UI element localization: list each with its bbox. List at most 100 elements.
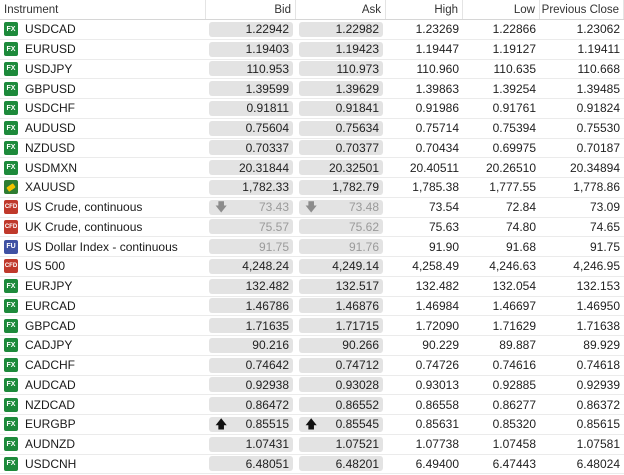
bid-price-button[interactable]: 1.46786: [209, 298, 293, 314]
bid-price-button[interactable]: 6.48051: [209, 456, 293, 472]
bid-cell[interactable]: 0.74642: [206, 357, 296, 373]
column-header-bid[interactable]: Bid: [206, 0, 296, 19]
bid-cell[interactable]: 0.70337: [206, 140, 296, 156]
bid-cell[interactable]: 0.75604: [206, 120, 296, 136]
bid-price-button[interactable]: 20.31844: [209, 160, 293, 176]
bid-price-button[interactable]: 0.86472: [209, 397, 293, 413]
bid-price-button[interactable]: 91.75: [209, 239, 293, 255]
bid-cell[interactable]: 1.22942: [206, 21, 296, 37]
table-row[interactable]: FX USDCHF 0.91811 0.91841 0.91986 0.9176…: [0, 99, 624, 119]
ask-price-button[interactable]: 0.70377: [299, 140, 383, 156]
ask-cell[interactable]: 75.62: [296, 219, 386, 235]
ask-price-button[interactable]: 132.517: [299, 278, 383, 294]
ask-price-button[interactable]: 1.71715: [299, 318, 383, 334]
ask-price-button[interactable]: 0.75634: [299, 120, 383, 136]
table-row[interactable]: FX AUDCAD 0.92938 0.93028 0.93013 0.9288…: [0, 376, 624, 396]
ask-price-button[interactable]: 1.46876: [299, 298, 383, 314]
ask-cell[interactable]: 🡇 73.48: [296, 199, 386, 215]
bid-price-button[interactable]: 1.07431: [209, 436, 293, 452]
bid-cell[interactable]: 🡇 73.43: [206, 199, 296, 215]
table-row[interactable]: FX EURCAD 1.46786 1.46876 1.46984 1.4669…: [0, 297, 624, 317]
table-row[interactable]: FX USDMXN 20.31844 20.32501 20.40511 20.…: [0, 158, 624, 178]
bid-price-button[interactable]: 0.75604: [209, 120, 293, 136]
bid-cell[interactable]: 0.86472: [206, 397, 296, 413]
bid-cell[interactable]: 1.19403: [206, 41, 296, 57]
bid-price-button[interactable]: 0.70337: [209, 140, 293, 156]
table-row[interactable]: FX CADCHF 0.74642 0.74712 0.74726 0.7461…: [0, 356, 624, 376]
bid-price-button[interactable]: 90.216: [209, 337, 293, 353]
bid-cell[interactable]: 20.31844: [206, 160, 296, 176]
ask-price-button[interactable]: 🡅 0.85545: [299, 416, 383, 432]
ask-cell[interactable]: 0.93028: [296, 377, 386, 393]
ask-price-button[interactable]: 4,249.14: [299, 258, 383, 274]
bid-cell[interactable]: 91.75: [206, 239, 296, 255]
ask-cell[interactable]: 1.39629: [296, 81, 386, 97]
ask-price-button[interactable]: 6.48201: [299, 456, 383, 472]
ask-cell[interactable]: 1.46876: [296, 298, 386, 314]
ask-cell[interactable]: 0.91841: [296, 100, 386, 116]
bid-cell[interactable]: 1.46786: [206, 298, 296, 314]
bid-price-button[interactable]: 0.91811: [209, 100, 293, 116]
ask-price-button[interactable]: 🡇 73.48: [299, 199, 383, 215]
bid-price-button[interactable]: 1,782.33: [209, 179, 293, 195]
table-row[interactable]: FX CADJPY 90.216 90.266 90.229 89.887 89…: [0, 336, 624, 356]
bid-price-button[interactable]: 1.39599: [209, 81, 293, 97]
table-row[interactable]: FX NZDCAD 0.86472 0.86552 0.86558 0.8627…: [0, 395, 624, 415]
ask-cell[interactable]: 1.71715: [296, 318, 386, 334]
bid-cell[interactable]: 4,248.24: [206, 258, 296, 274]
bid-price-button[interactable]: 1.19403: [209, 41, 293, 57]
column-header-instrument[interactable]: Instrument: [0, 0, 206, 19]
bid-cell[interactable]: 0.92938: [206, 377, 296, 393]
bid-cell[interactable]: 1.39599: [206, 81, 296, 97]
table-row[interactable]: FX GBPUSD 1.39599 1.39629 1.39863 1.3925…: [0, 79, 624, 99]
ask-cell[interactable]: 🡅 0.85545: [296, 416, 386, 432]
table-row[interactable]: FX NZDUSD 0.70337 0.70377 0.70434 0.6997…: [0, 139, 624, 159]
ask-price-button[interactable]: 0.91841: [299, 100, 383, 116]
ask-cell[interactable]: 132.517: [296, 278, 386, 294]
ask-price-button[interactable]: 1.39629: [299, 81, 383, 97]
table-row[interactable]: FX GBPCAD 1.71635 1.71715 1.72090 1.7162…: [0, 316, 624, 336]
ask-cell[interactable]: 91.76: [296, 239, 386, 255]
ask-cell[interactable]: 20.32501: [296, 160, 386, 176]
ask-cell[interactable]: 0.74712: [296, 357, 386, 373]
bid-price-button[interactable]: 1.22942: [209, 21, 293, 37]
bid-cell[interactable]: 0.91811: [206, 100, 296, 116]
ask-price-button[interactable]: 1.19423: [299, 41, 383, 57]
table-row[interactable]: FU US Dollar Index - continuous 91.75 91…: [0, 237, 624, 257]
bid-price-button[interactable]: 1.71635: [209, 318, 293, 334]
table-row[interactable]: FX EURJPY 132.482 132.517 132.482 132.05…: [0, 277, 624, 297]
ask-cell[interactable]: 1.19423: [296, 41, 386, 57]
table-row[interactable]: FX USDCAD 1.22942 1.22982 1.23269 1.2286…: [0, 20, 624, 40]
ask-price-button[interactable]: 1.07521: [299, 436, 383, 452]
ask-price-button[interactable]: 1.22982: [299, 21, 383, 37]
bid-cell[interactable]: 75.57: [206, 219, 296, 235]
bid-cell[interactable]: 1,782.33: [206, 179, 296, 195]
bid-cell[interactable]: 🡅 0.85515: [206, 416, 296, 432]
ask-cell[interactable]: 6.48201: [296, 456, 386, 472]
ask-cell[interactable]: 0.75634: [296, 120, 386, 136]
ask-cell[interactable]: 0.86552: [296, 397, 386, 413]
column-header-previous-close[interactable]: Previous Close: [540, 0, 624, 19]
bid-cell[interactable]: 1.07431: [206, 436, 296, 452]
ask-price-button[interactable]: 75.62: [299, 219, 383, 235]
bid-price-button[interactable]: 🡅 0.85515: [209, 416, 293, 432]
ask-cell[interactable]: 1.22982: [296, 21, 386, 37]
ask-cell[interactable]: 1,782.79: [296, 179, 386, 195]
ask-price-button[interactable]: 0.86552: [299, 397, 383, 413]
ask-price-button[interactable]: 91.76: [299, 239, 383, 255]
table-row[interactable]: CFD US Crude, continuous 🡇 73.43 🡇 73.48…: [0, 198, 624, 218]
column-header-ask[interactable]: Ask: [296, 0, 386, 19]
table-row[interactable]: FX USDJPY 110.953 110.973 110.960 110.63…: [0, 60, 624, 80]
ask-price-button[interactable]: 0.93028: [299, 377, 383, 393]
bid-price-button[interactable]: 4,248.24: [209, 258, 293, 274]
ask-price-button[interactable]: 0.74712: [299, 357, 383, 373]
bid-price-button[interactable]: 75.57: [209, 219, 293, 235]
ask-cell[interactable]: 110.973: [296, 61, 386, 77]
ask-price-button[interactable]: 1,782.79: [299, 179, 383, 195]
bid-price-button[interactable]: 132.482: [209, 278, 293, 294]
bid-cell[interactable]: 90.216: [206, 337, 296, 353]
bid-price-button[interactable]: 110.953: [209, 61, 293, 77]
ask-price-button[interactable]: 90.266: [299, 337, 383, 353]
table-row[interactable]: FX AUDUSD 0.75604 0.75634 0.75714 0.7539…: [0, 119, 624, 139]
table-row[interactable]: XAUUSD 1,782.33 1,782.79 1,785.38 1,777.…: [0, 178, 624, 198]
